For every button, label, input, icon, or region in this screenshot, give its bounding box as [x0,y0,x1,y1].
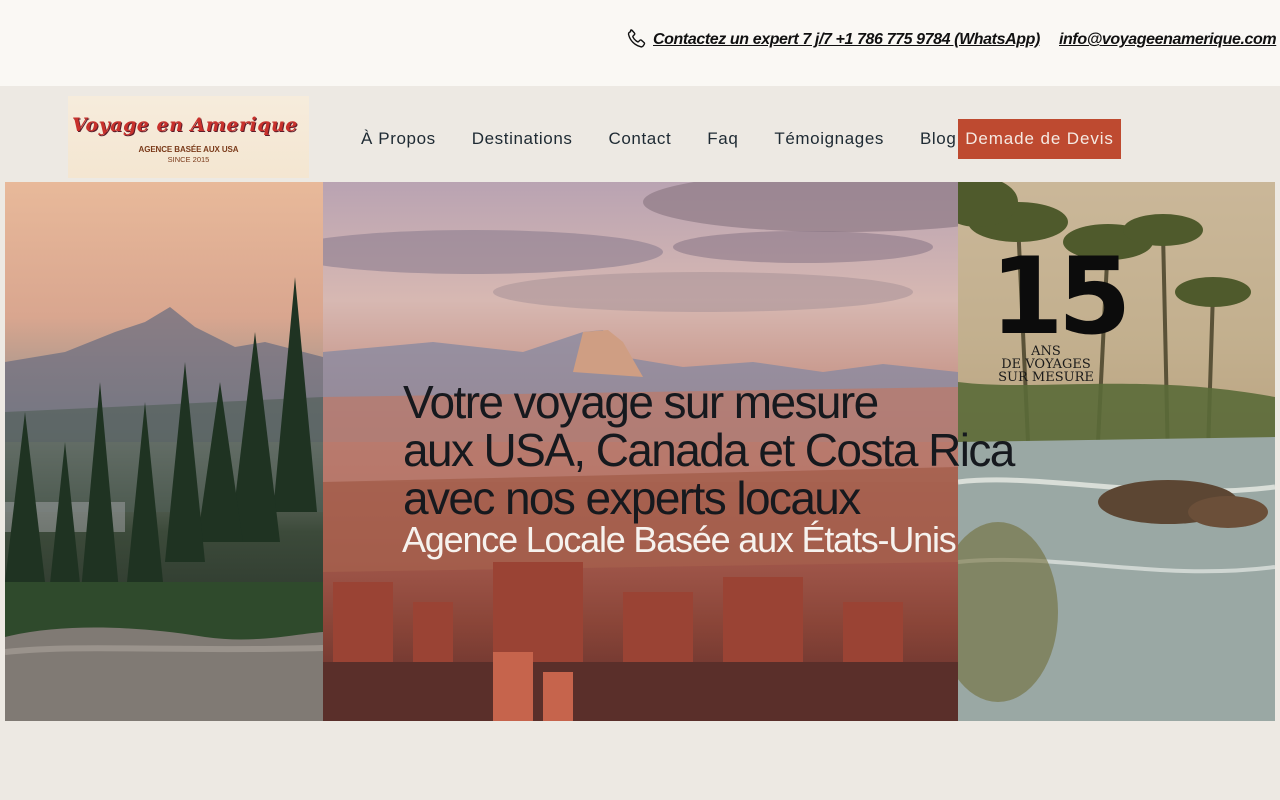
hero-title-line: avec nos experts locaux [403,472,861,524]
logo-title: Voyage en Amerique [72,114,298,136]
nav-item-a-propos[interactable]: À Propos [343,129,454,149]
years-badge-number: 15 [990,235,1131,358]
hero-banner: 15 ANS DE VOYAGES SUR MESURE Votre voyag… [5,182,1275,721]
email-link[interactable]: info@voyageenamerique.com [1059,31,1277,49]
phone-icon [627,29,646,48]
nav-item-temoignages[interactable]: Témoignages [756,129,902,149]
hero-title-line: Votre voyage sur mesure [403,376,879,428]
top-contact-bar: Contactez un expert 7 j/7 +1 786 775 978… [0,0,1280,86]
hero-subtitle: Agence Locale Basée aux États-Unis [402,519,957,560]
contact-expert-link[interactable]: Contactez un expert 7 j/7 +1 786 775 978… [653,31,1040,49]
hero-image-forest [5,182,323,721]
hero-title: Votre voyage sur mesure aux USA, Canada … [403,378,1043,522]
logo-since: SINCE 2015 [167,155,210,164]
main-nav: À Propos Destinations Contact Faq Témoig… [343,119,974,159]
forest-illustration [5,277,323,721]
nav-item-faq[interactable]: Faq [689,129,756,149]
logo-subtitle: AGENCE BASÉE AUX USA [138,145,239,154]
hero-title-line: aux USA, Canada et Costa Rica [403,424,1015,476]
quote-request-button[interactable]: Demade de Devis [958,119,1121,159]
site-logo[interactable]: Voyage en Amerique AGENCE BASÉE AUX USA … [68,96,309,178]
nav-item-contact[interactable]: Contact [590,129,689,149]
nav-item-destinations[interactable]: Destinations [454,129,591,149]
